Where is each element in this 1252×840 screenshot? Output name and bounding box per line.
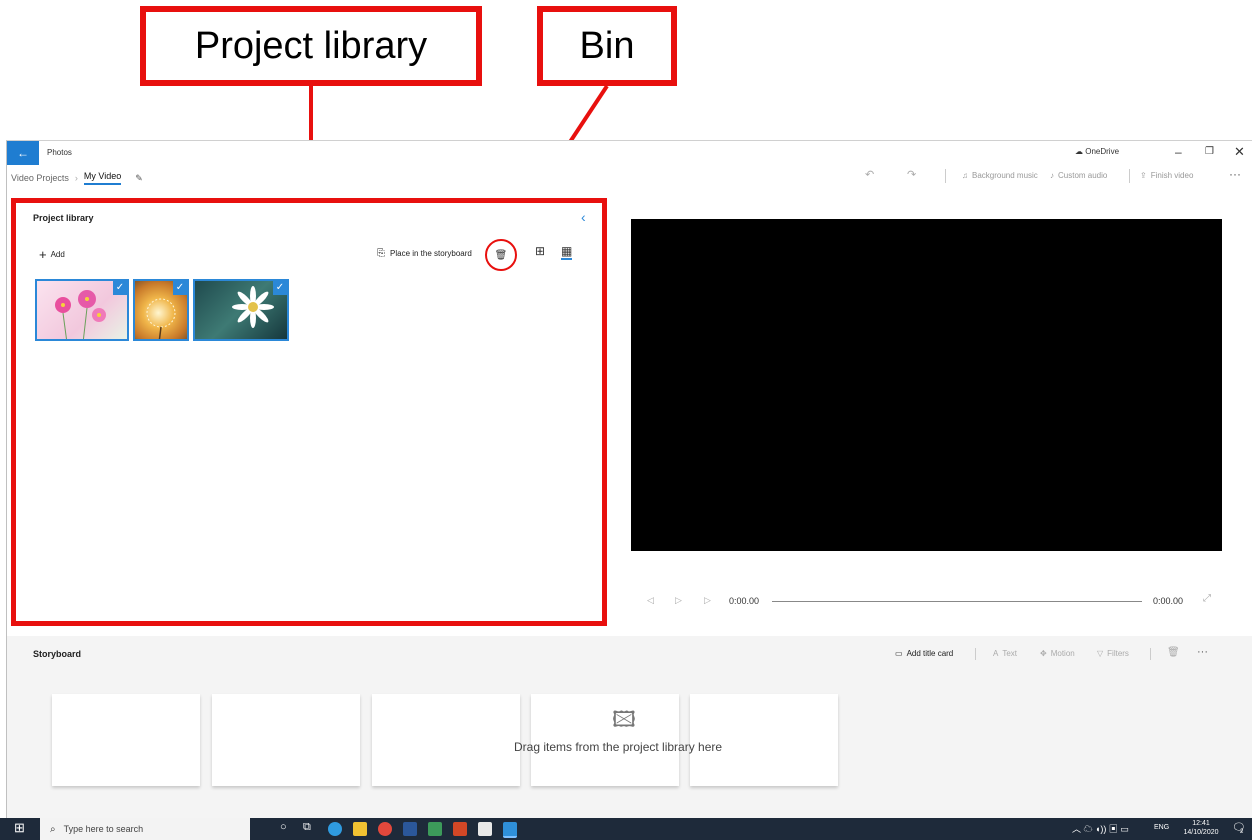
motion-button[interactable]: ✥ Motion	[1040, 649, 1075, 658]
search-placeholder: Type here to search	[63, 824, 144, 834]
search-icon: ⌕	[50, 823, 56, 835]
onedrive-button[interactable]: ☁ OneDrive	[1075, 147, 1119, 156]
breadcrumb-my-video[interactable]: My Video	[83, 171, 122, 185]
music-note-icon: ♫	[962, 171, 968, 180]
undo-icon[interactable]: ↶	[865, 168, 874, 181]
taskbar: ⊞ ⌕ Type here to search ○ ⧉ ︿ ☁ ◖)) ▣ ▭ …	[0, 818, 1252, 840]
toolbar-divider-2	[1129, 169, 1130, 183]
finish-video-button[interactable]: ⇪ Finish video	[1140, 171, 1193, 180]
filters-button[interactable]: ▽ Filters	[1097, 649, 1129, 658]
word-icon[interactable]	[403, 822, 417, 836]
motion-label: Motion	[1050, 649, 1075, 658]
app-title: Photos	[47, 148, 72, 157]
storyboard-trash-icon[interactable]: 🗑	[1167, 647, 1180, 658]
filter-icon: ▽	[1097, 649, 1104, 658]
windows-start-icon[interactable]: ⊞	[14, 820, 25, 836]
powerpoint-icon[interactable]	[453, 822, 467, 836]
minimize-button[interactable]: –	[1175, 145, 1182, 159]
total-time: 0:00.00	[1153, 596, 1184, 606]
background-music-label: Background music	[972, 171, 1038, 180]
custom-audio-label: Custom audio	[1058, 171, 1108, 180]
title-card-icon: ▭	[895, 649, 903, 658]
storyboard-divider	[975, 648, 976, 660]
text-label: Text	[1002, 649, 1018, 658]
seek-bar[interactable]	[772, 601, 1142, 602]
security-app-icon[interactable]	[478, 822, 492, 836]
file-explorer-icon[interactable]	[353, 822, 367, 836]
storyboard-slot[interactable]	[212, 694, 360, 786]
chrome-icon[interactable]	[378, 822, 392, 836]
previous-frame-icon[interactable]: ◁	[647, 595, 654, 606]
storyboard-more-icon[interactable]: ···	[1197, 646, 1208, 658]
storyboard-slot[interactable]	[372, 694, 520, 786]
edit-pencil-icon[interactable]: ✎	[135, 173, 143, 184]
custom-audio-icon: ♪	[1050, 171, 1054, 180]
task-view-icon[interactable]: ⧉	[303, 821, 311, 834]
video-preview[interactable]	[631, 219, 1222, 551]
fullscreen-icon[interactable]: ⤢	[1203, 593, 1211, 604]
add-title-card-label: Add title card	[906, 649, 954, 658]
current-time: 0:00.00	[729, 596, 760, 606]
add-title-card-button[interactable]: ▭ Add title card	[895, 649, 953, 658]
onedrive-label: OneDrive	[1085, 147, 1120, 156]
notification-icon[interactable]: 🗨	[1232, 821, 1246, 834]
language-indicator[interactable]: ENG	[1154, 824, 1169, 831]
edge-icon[interactable]	[328, 822, 342, 836]
cortana-icon[interactable]: ○	[280, 821, 287, 833]
breadcrumb: Video Projects › My Video ✎	[11, 171, 143, 185]
tray-icons[interactable]: ︿ ☁ ◖)) ▣ ▭	[1072, 822, 1129, 835]
clock[interactable]: 12:41 14/10/2020	[1178, 819, 1224, 837]
redo-icon[interactable]: ↷	[907, 168, 916, 181]
clock-date: 14/10/2020	[1183, 829, 1219, 836]
breadcrumb-video-projects[interactable]: Video Projects	[11, 173, 69, 183]
storyboard-slot[interactable]	[52, 694, 200, 786]
custom-audio-button[interactable]: ♪ Custom audio	[1050, 171, 1107, 180]
clock-time: 12:41	[1192, 820, 1210, 827]
restore-button[interactable]: ❐	[1205, 146, 1214, 157]
more-options-icon[interactable]: ···	[1229, 167, 1241, 181]
play-icon[interactable]: ▷	[675, 595, 682, 606]
back-arrow-icon: ←	[17, 146, 29, 160]
filters-label: Filters	[1107, 649, 1129, 658]
storyboard-title: Storyboard	[33, 649, 82, 659]
close-button[interactable]: ✕	[1234, 144, 1245, 160]
motion-icon: ✥	[1040, 649, 1047, 658]
chevron-right-icon: ›	[74, 173, 78, 183]
storyboard-divider-2	[1150, 648, 1151, 660]
back-button[interactable]: ←	[7, 141, 39, 165]
taskbar-search-box[interactable]: ⌕ Type here to search	[40, 818, 250, 840]
next-frame-icon[interactable]: ▷	[704, 595, 711, 606]
background-music-button[interactable]: ♫ Background music	[962, 171, 1038, 180]
finish-video-label: Finish video	[1150, 171, 1194, 180]
notification-count: 2	[1240, 829, 1244, 835]
title-bar: ← Photos ☁ OneDrive – ❐ ✕	[7, 141, 1252, 165]
text-button[interactable]: A Text	[993, 649, 1017, 658]
storyboard-empty-message: Drag items from the project library here	[514, 740, 723, 754]
photos-app-icon[interactable]	[503, 822, 517, 838]
project-library-highlight	[11, 198, 607, 626]
share-icon: ⇪	[1140, 171, 1147, 180]
toolbar-divider	[945, 169, 946, 183]
images-placeholder-icon: 🖾	[612, 707, 636, 732]
text-icon: A	[993, 649, 999, 658]
excel-icon[interactable]	[428, 822, 442, 836]
cloud-icon: ☁	[1075, 147, 1083, 156]
